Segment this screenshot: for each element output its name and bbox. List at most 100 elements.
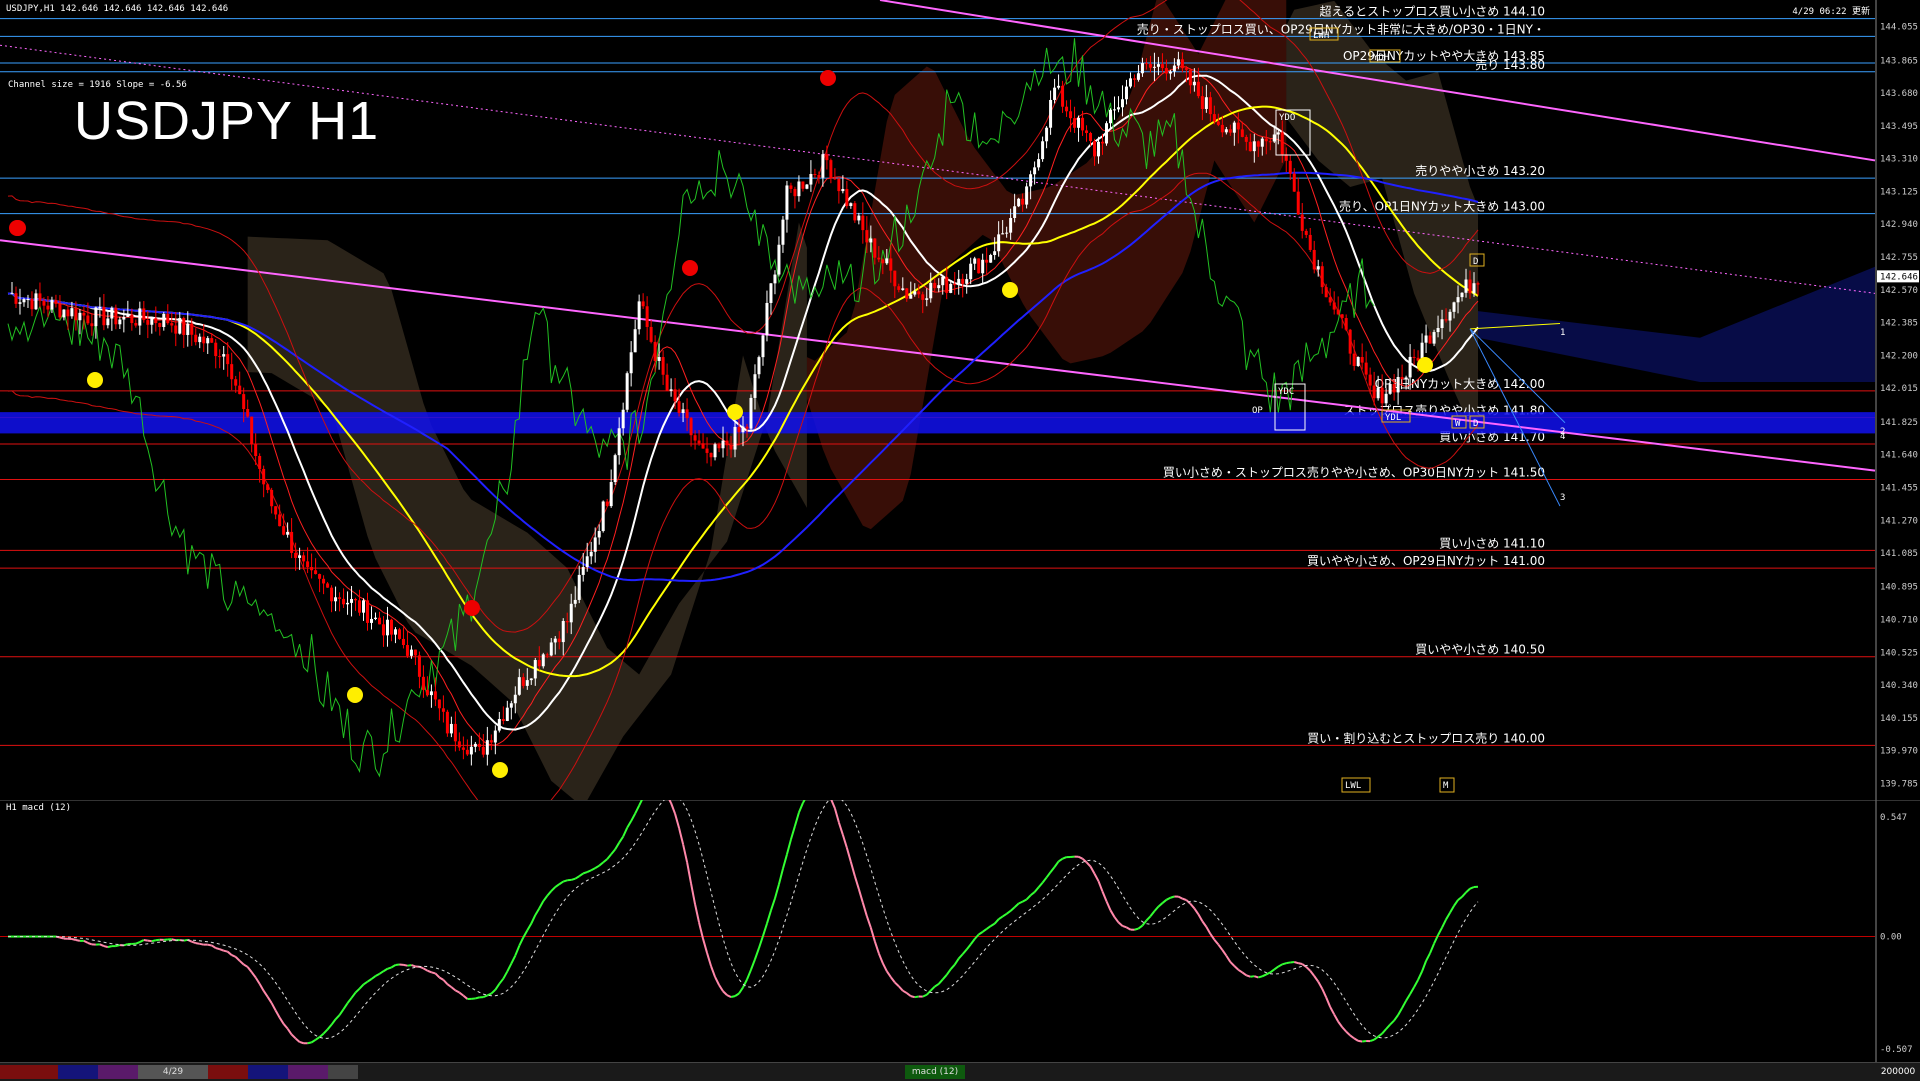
candle-body xyxy=(1197,82,1200,96)
macd-segment xyxy=(332,1019,336,1024)
candle-body xyxy=(370,619,373,623)
macd-segment xyxy=(607,854,611,859)
candle-body xyxy=(993,251,996,255)
tab-macd[interactable]: macd (12) xyxy=(905,1065,965,1079)
candle-body xyxy=(861,216,864,231)
macd-segment xyxy=(563,880,567,881)
macd-segment xyxy=(1198,914,1202,921)
candle-body xyxy=(1013,206,1016,218)
candle-body xyxy=(1265,139,1268,142)
tab-color-6[interactable] xyxy=(288,1065,328,1079)
tab-color-1[interactable] xyxy=(0,1065,58,1079)
candle-body xyxy=(470,747,473,755)
candle-body xyxy=(1021,199,1024,205)
candle-body xyxy=(1125,87,1128,100)
macd-segment xyxy=(1410,987,1414,994)
macd-segment xyxy=(1194,908,1198,914)
candle-body xyxy=(749,398,752,429)
level-label: 売り、OP1日NYカット大きめ 143.00 xyxy=(1339,199,1545,214)
d-box-2-label: D xyxy=(1473,257,1478,267)
candle-body xyxy=(634,329,637,352)
tab-color-4[interactable] xyxy=(208,1065,248,1079)
candle-body xyxy=(522,677,525,686)
candle-body xyxy=(262,469,265,484)
macd-segment xyxy=(328,1025,332,1030)
macd-segment xyxy=(1454,900,1458,906)
candle-body xyxy=(602,502,605,532)
tab-color-5[interactable] xyxy=(248,1065,288,1079)
macd-segment xyxy=(1154,907,1158,912)
tab-color-7[interactable] xyxy=(328,1065,358,1079)
macd-segment xyxy=(991,924,995,926)
macd-segment xyxy=(1390,1021,1394,1025)
axis-tick: 140.710 xyxy=(1880,616,1918,626)
macd-segment xyxy=(855,876,859,889)
macd-segment xyxy=(196,943,200,944)
macd-segment xyxy=(475,997,479,998)
candle-body xyxy=(857,216,860,221)
candle-body xyxy=(757,357,760,374)
candle-body xyxy=(753,374,756,398)
macd-segment xyxy=(1278,964,1282,966)
macd-segment xyxy=(459,993,463,996)
axis-tick: 142.755 xyxy=(1880,253,1918,263)
macd-segment xyxy=(340,1009,344,1015)
macd-segment xyxy=(735,993,739,996)
candle-body xyxy=(1025,186,1028,204)
macd-segment xyxy=(539,901,543,908)
macd-segment xyxy=(743,980,747,988)
macd-segment xyxy=(583,872,587,873)
macd-segment xyxy=(999,916,1003,919)
tab-color-3[interactable] xyxy=(98,1065,138,1079)
candle-body xyxy=(909,295,912,299)
candle-body xyxy=(670,389,673,391)
candle-body xyxy=(442,708,445,712)
macd-panel[interactable]: 0.5470.00-0.507 xyxy=(0,800,1920,1062)
candle-body xyxy=(1237,123,1240,130)
macd-segment xyxy=(264,991,268,997)
level-label: 買い・割り込むとストップロス売り 140.00 xyxy=(1307,730,1545,745)
macd-segment xyxy=(1059,859,1063,862)
candle-body xyxy=(654,342,657,361)
macd-segment xyxy=(84,941,88,943)
candle-body xyxy=(1341,314,1344,318)
candle-body xyxy=(1249,142,1252,151)
macd-segment xyxy=(296,1038,300,1042)
macd-label: H1 macd (12) xyxy=(6,803,71,813)
macd-segment xyxy=(739,987,743,993)
candle-body xyxy=(781,220,784,245)
candle-body xyxy=(230,364,233,379)
tab-date[interactable]: 4/29 xyxy=(138,1065,208,1079)
candle-body xyxy=(769,283,772,303)
macd-segment xyxy=(483,995,487,997)
candle-body xyxy=(126,315,129,317)
candle-body xyxy=(821,154,824,177)
candle-body xyxy=(1009,218,1012,233)
macd-segment xyxy=(1446,913,1450,920)
macd-segment xyxy=(591,868,595,870)
macd-segment xyxy=(491,990,495,994)
macd-segment xyxy=(755,948,759,959)
macd-segment xyxy=(320,1034,324,1038)
candle-body xyxy=(1077,118,1080,128)
macd-segment xyxy=(1282,963,1286,964)
candle-body xyxy=(1241,129,1244,137)
axis-tick: 139.785 xyxy=(1880,779,1918,789)
macd-segment xyxy=(1063,857,1067,859)
candle-body xyxy=(510,703,513,707)
candle-body xyxy=(650,327,653,342)
candle-body xyxy=(426,690,429,695)
macd-segment xyxy=(883,963,887,971)
tab-color-2[interactable] xyxy=(58,1065,98,1079)
macd-segment xyxy=(1294,962,1298,963)
candle-body xyxy=(825,154,828,160)
candle-body xyxy=(10,293,13,294)
macd-segment xyxy=(88,943,92,945)
macd-segment xyxy=(308,1042,312,1043)
macd-segment xyxy=(1322,989,1326,998)
candle-body xyxy=(1229,129,1232,132)
candle-body xyxy=(506,708,509,721)
candle-body xyxy=(186,324,189,335)
candle-body xyxy=(1313,250,1316,270)
candle-body xyxy=(1389,384,1392,394)
